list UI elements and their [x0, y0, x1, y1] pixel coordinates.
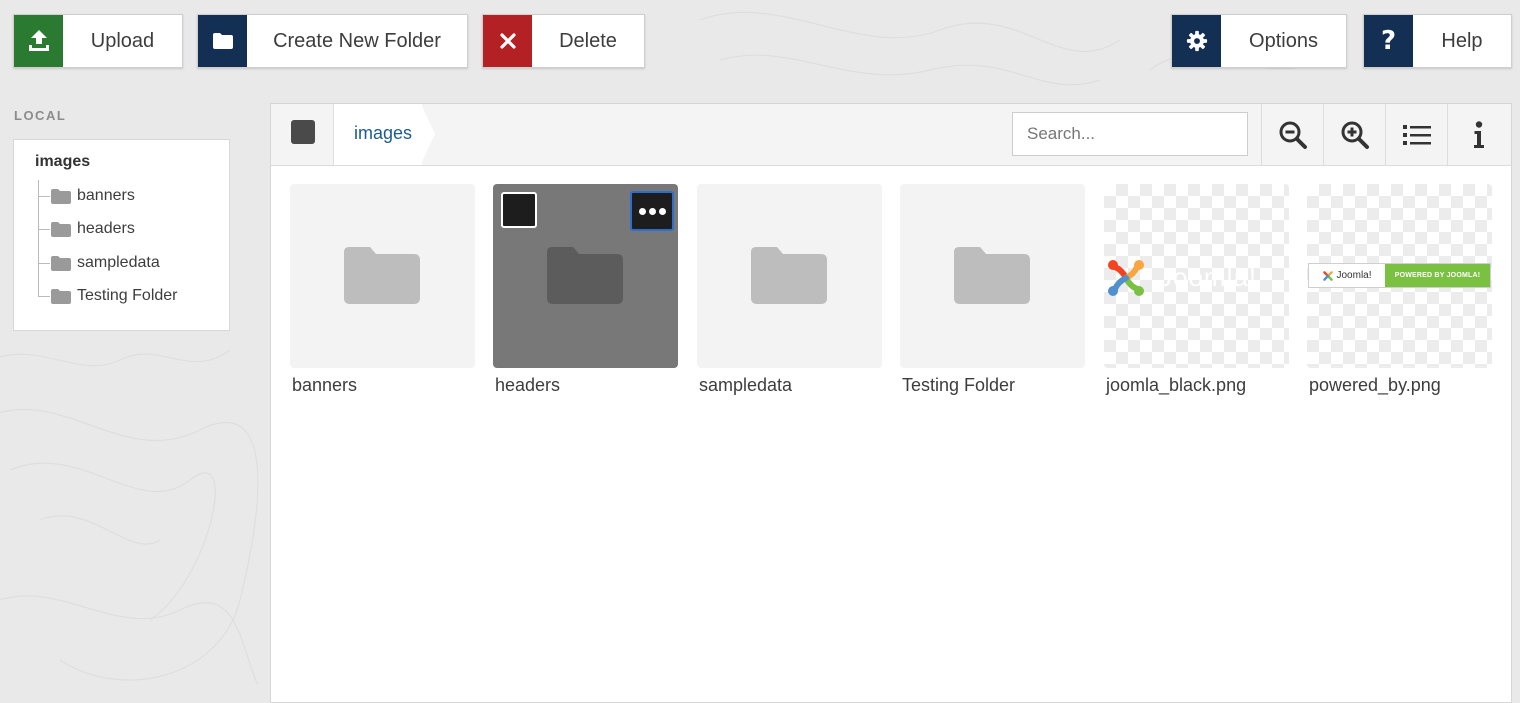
file-name: Testing Folder	[902, 375, 1016, 395]
upload-label: Upload	[90, 29, 155, 52]
select-checkbox[interactable]	[501, 192, 537, 228]
tree-root-images[interactable]: images	[35, 153, 90, 171]
image-tile-joomla-black[interactable]: Joomla! joomla_black.png	[1104, 184, 1289, 396]
folder-icon	[51, 255, 71, 271]
folder-thumbnail[interactable]	[900, 184, 1085, 368]
list-icon	[1402, 124, 1431, 145]
tree-item-label: banners	[77, 187, 135, 204]
options-label: Options	[1249, 29, 1318, 52]
folder-tile-testing-folder[interactable]: Testing Folder	[900, 184, 1085, 396]
file-name: joomla_black.png	[1106, 375, 1247, 395]
close-icon	[483, 15, 532, 67]
tree-item-headers[interactable]: headers	[38, 218, 135, 240]
browser-toolbar: images	[271, 104, 1511, 166]
joomla-logo-icon	[1323, 270, 1334, 281]
image-thumbnail[interactable]: Joomla! POWERED BY JOOMLA!	[1307, 184, 1492, 368]
info-button[interactable]	[1447, 104, 1509, 165]
create-new-folder-button[interactable]: Create New Folder	[197, 14, 468, 68]
options-button[interactable]: Options	[1171, 14, 1347, 68]
search-input[interactable]	[1012, 112, 1248, 156]
list-view-button[interactable]	[1385, 104, 1447, 165]
tree-item-sampledata[interactable]: sampledata	[38, 252, 160, 274]
select-all-checkbox[interactable]	[291, 120, 315, 144]
folder-icon	[51, 288, 71, 304]
folder-thumbnail[interactable]	[697, 184, 882, 368]
zoom-out-button[interactable]	[1261, 104, 1323, 165]
file-name: powered_by.png	[1309, 375, 1441, 395]
folder-tile-headers[interactable]: headers	[493, 184, 678, 396]
folder-icon	[51, 221, 71, 237]
folder-icon	[198, 15, 247, 67]
image-thumbnail[interactable]: Joomla!	[1104, 184, 1289, 368]
help-label: Help	[1441, 29, 1483, 52]
powered-brand-text: Joomla!	[1336, 270, 1372, 281]
folder-icon	[51, 188, 71, 204]
image-tile-powered-by[interactable]: Joomla! POWERED BY JOOMLA! powered_by.pn…	[1307, 184, 1492, 396]
joomla-wordmark: Joomla!	[1159, 262, 1258, 292]
tree-item-label: Testing Folder	[77, 287, 178, 304]
upload-button[interactable]: Upload	[13, 14, 183, 68]
upload-icon	[14, 15, 63, 67]
delete-button[interactable]: Delete	[482, 14, 645, 68]
breadcrumb-item-images[interactable]: images	[354, 123, 412, 144]
zoom-in-icon	[1341, 121, 1369, 149]
more-actions-button[interactable]	[630, 191, 674, 231]
joomla-logo-icon	[1108, 260, 1144, 296]
zoom-in-button[interactable]	[1323, 104, 1385, 165]
folder-icon	[547, 247, 623, 304]
tree-item-banners[interactable]: banners	[38, 185, 135, 207]
folder-thumbnail[interactable]	[493, 184, 678, 368]
breadcrumb: images	[334, 104, 422, 165]
delete-label: Delete	[559, 29, 617, 52]
folder-icon	[954, 247, 1030, 304]
zoom-out-icon	[1279, 121, 1307, 149]
gear-icon	[1172, 15, 1221, 67]
help-button[interactable]: ? Help	[1363, 14, 1512, 68]
media-browser: images Search... banners headers sampled…	[270, 103, 1512, 703]
powered-by-text: POWERED BY JOOMLA!	[1385, 264, 1490, 287]
question-icon: ?	[1364, 15, 1413, 67]
folder-tree: images banners headers sampledata Testin…	[13, 139, 230, 331]
tree-item-testing-folder[interactable]: Testing Folder	[38, 285, 178, 307]
local-section-label: LOCAL	[14, 108, 67, 123]
file-name: sampledata	[699, 375, 793, 395]
file-name: banners	[292, 375, 358, 395]
folder-tile-banners[interactable]: banners	[290, 184, 475, 396]
folder-thumbnail[interactable]	[290, 184, 475, 368]
info-icon	[1473, 120, 1484, 148]
powered-by-banner: Joomla! POWERED BY JOOMLA!	[1308, 263, 1491, 288]
tree-item-label: headers	[77, 220, 135, 237]
file-name: headers	[495, 375, 561, 395]
folder-tile-sampledata[interactable]: sampledata	[697, 184, 882, 396]
tree-item-label: sampledata	[77, 254, 160, 271]
create-new-folder-label: Create New Folder	[273, 29, 441, 52]
breadcrumb-arrow	[421, 104, 435, 164]
folder-icon	[751, 247, 827, 304]
folder-icon	[344, 247, 420, 304]
